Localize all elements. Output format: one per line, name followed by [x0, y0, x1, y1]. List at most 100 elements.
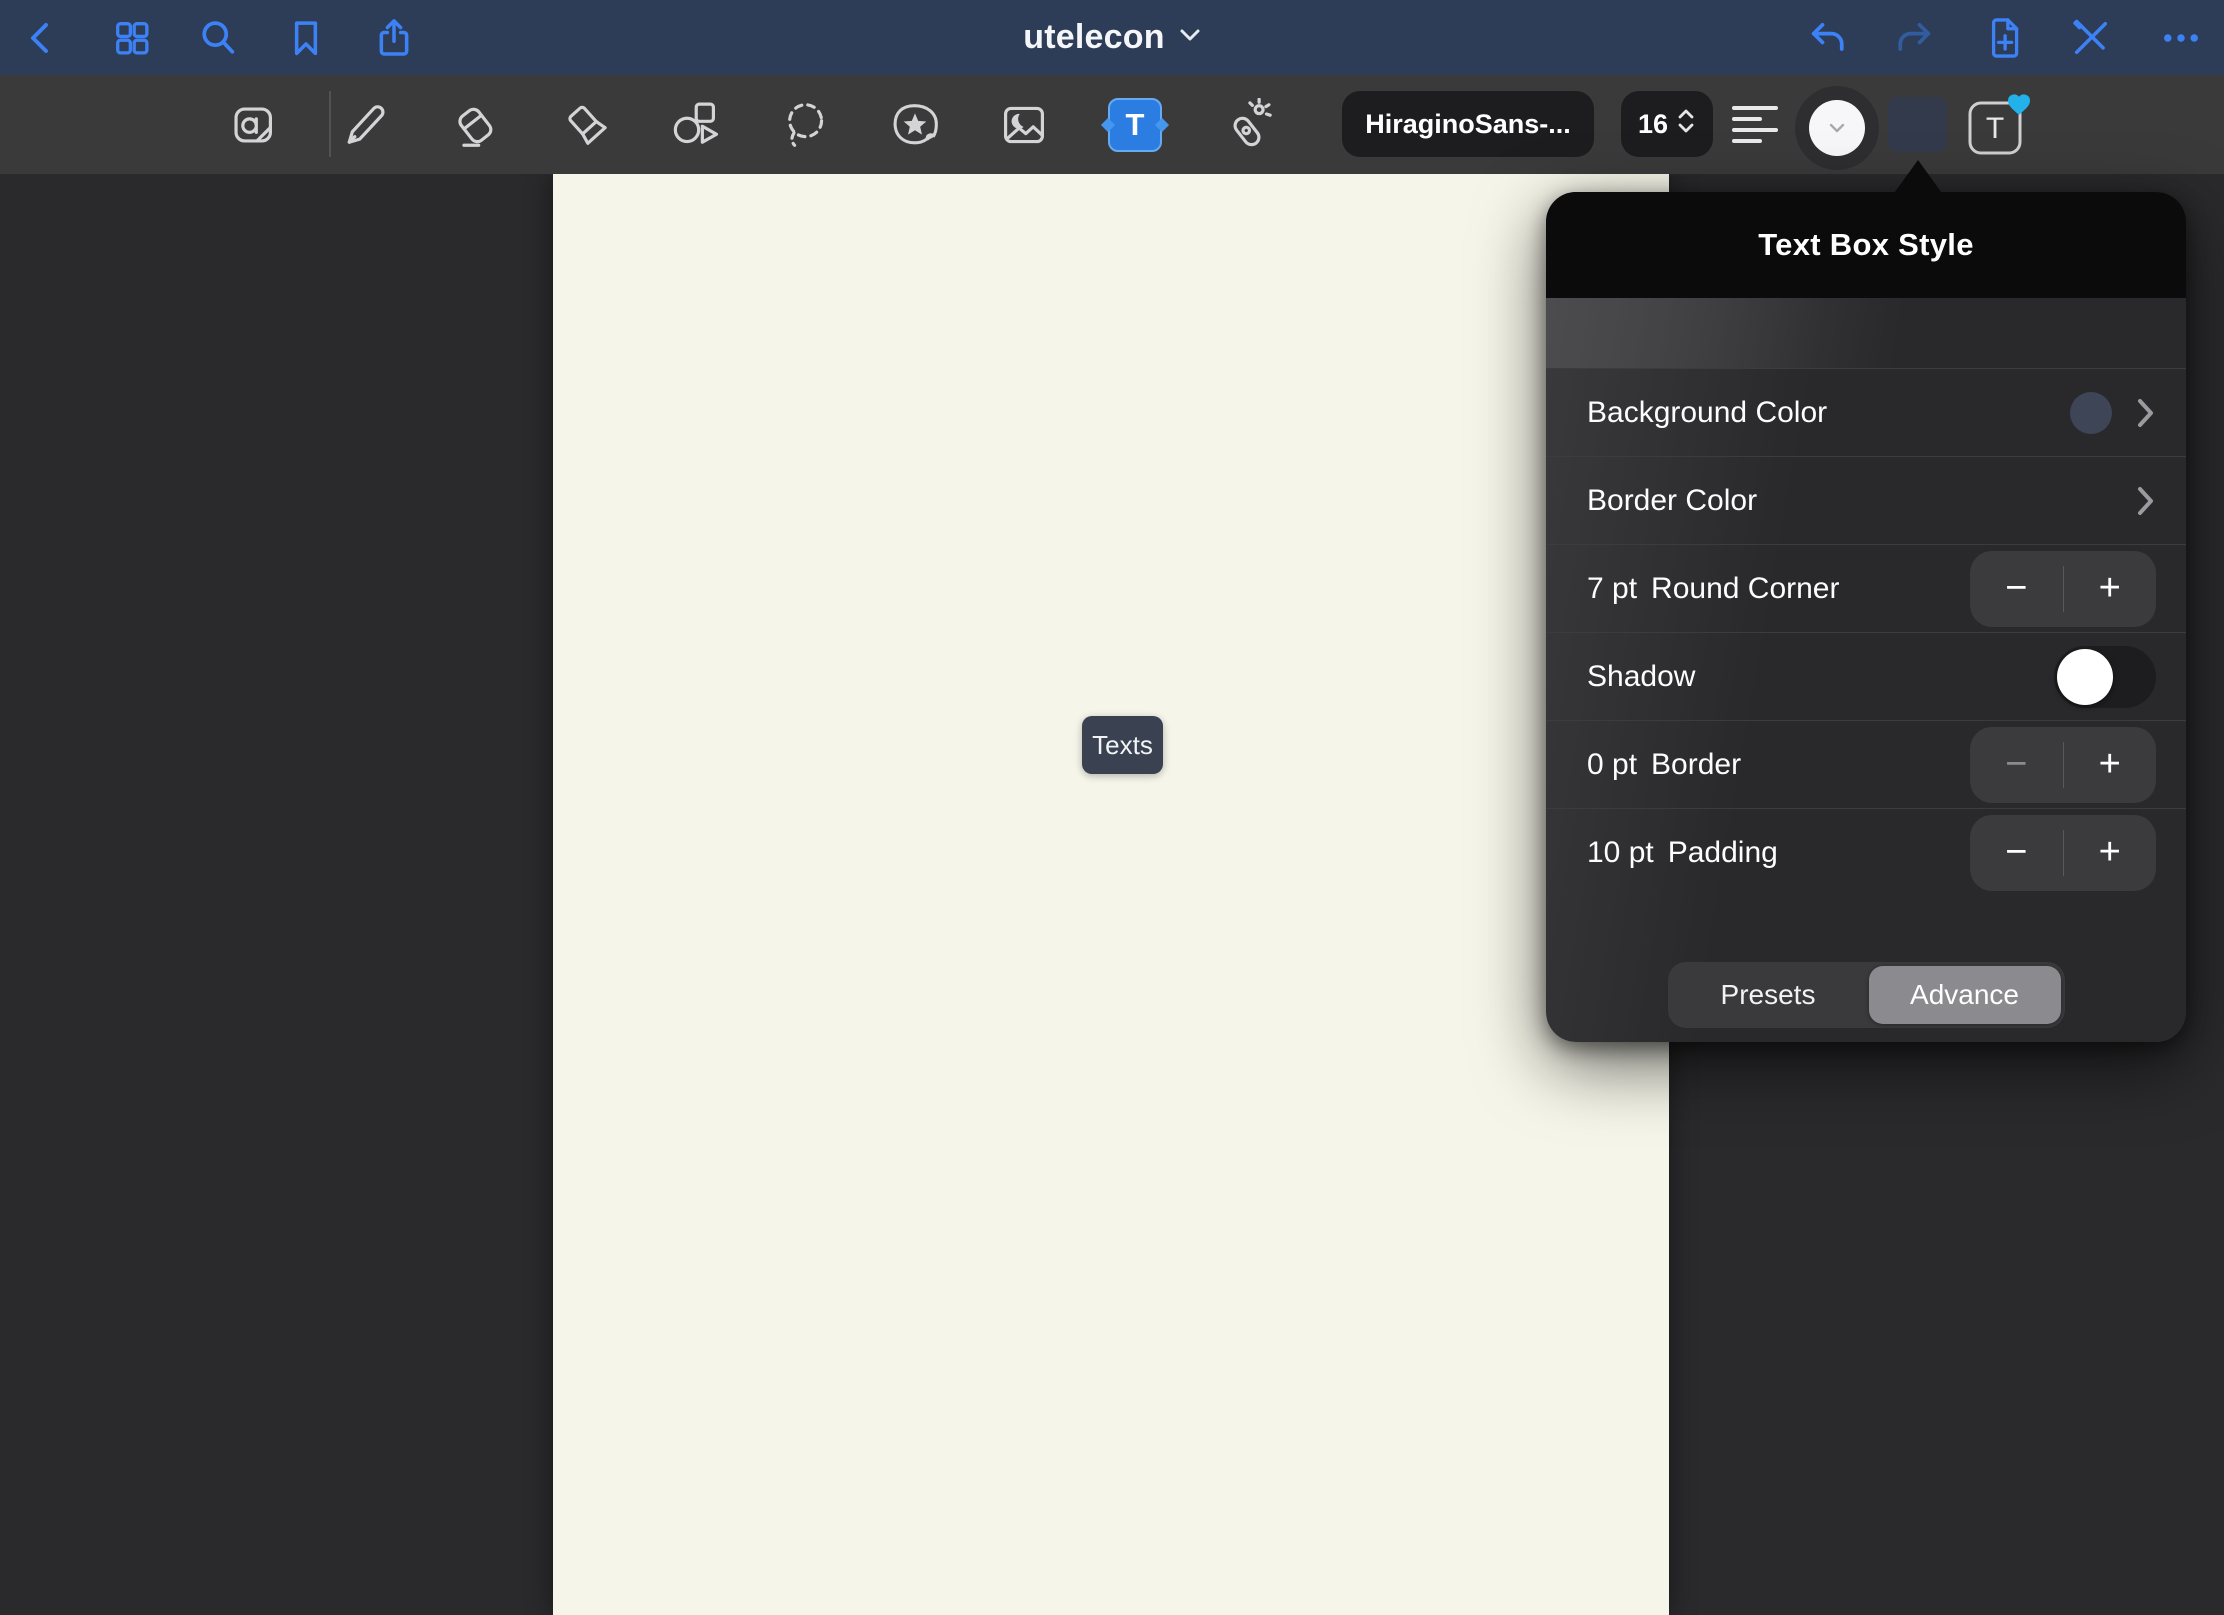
row-label: Padding: [1668, 836, 1778, 870]
popup-preview-band: [1546, 298, 2186, 368]
row-shadow: Shadow: [1546, 632, 2186, 720]
app-screen: utelecon: [0, 0, 2224, 1615]
text-background-color-swatch[interactable]: [1888, 97, 1947, 152]
search-button[interactable]: [188, 0, 248, 75]
thumbnails-button[interactable]: [102, 0, 162, 75]
text-color-button[interactable]: [1795, 86, 1879, 170]
sticker-tool[interactable]: [885, 75, 945, 174]
stepper-chevrons-icon: [1676, 106, 1696, 143]
presets-advance-segmented-control: Presets Advance: [1668, 962, 2065, 1028]
popup-callout-arrow: [1892, 160, 1944, 196]
border-width-stepper: − +: [1970, 727, 2156, 803]
undo-icon: [1805, 16, 1851, 60]
text-box-object[interactable]: Texts: [1082, 716, 1163, 774]
add-page-icon: [1982, 15, 2026, 61]
text-box-content: Texts: [1092, 730, 1153, 761]
grid-icon: [110, 16, 154, 60]
row-padding: 10 pt Padding − +: [1546, 808, 2186, 896]
round-corner-decrease-button[interactable]: −: [1970, 551, 2063, 627]
share-icon: [372, 16, 416, 60]
chevron-right-icon: [2136, 396, 2156, 430]
shapes-tool[interactable]: [665, 75, 725, 174]
top-navigation-bar: utelecon: [0, 0, 2224, 75]
readonly-mode-button[interactable]: [2061, 0, 2121, 75]
background-color-swatch[interactable]: [2070, 392, 2112, 434]
photo-icon: [997, 98, 1051, 152]
selection-handle-left-icon: [1101, 117, 1115, 131]
document-title[interactable]: utelecon: [962, 0, 1262, 75]
text-align-button[interactable]: [1732, 99, 1792, 149]
document-title-text: utelecon: [1023, 18, 1164, 57]
round-corner-value: 7 pt: [1587, 572, 1637, 606]
row-label: Border Color: [1587, 484, 1757, 518]
laser-pointer-tool[interactable]: [1215, 75, 1275, 174]
pen-crossed-icon: [2069, 16, 2113, 60]
color-circle-icon: [1809, 100, 1865, 156]
padding-stepper: − +: [1970, 815, 2156, 891]
lasso-icon: [778, 98, 832, 152]
note-page-canvas[interactable]: [553, 174, 1669, 1615]
share-button[interactable]: [364, 0, 424, 75]
ellipsis-icon: [2159, 16, 2203, 60]
toggle-knob: [2057, 649, 2113, 705]
chevron-down-icon: [1179, 27, 1201, 48]
popup-footer: Presets Advance: [1546, 962, 2186, 1028]
popup-header: Text Box Style: [1546, 192, 2186, 298]
eraser-tool[interactable]: [445, 75, 505, 174]
laser-pointer-icon: [1218, 98, 1272, 152]
padding-value: 10 pt: [1587, 836, 1654, 870]
row-border-width: 0 pt Border − +: [1546, 720, 2186, 808]
heart-icon: [2008, 94, 2030, 115]
presets-tab[interactable]: Presets: [1668, 962, 1869, 1028]
read-mode-icon: [225, 98, 279, 152]
sticker-star-icon: [887, 98, 943, 152]
pen-tool[interactable]: [334, 75, 394, 174]
row-border-color[interactable]: Border Color: [1546, 456, 2186, 544]
row-label: Shadow: [1587, 660, 1695, 694]
round-corner-stepper: − +: [1970, 551, 2156, 627]
view-mode-tool[interactable]: [222, 75, 282, 174]
border-width-decrease-button[interactable]: −: [1970, 727, 2063, 803]
highlighter-tool[interactable]: [557, 75, 617, 174]
bookmark-button[interactable]: [276, 0, 336, 75]
highlighter-icon: [560, 98, 614, 152]
search-icon: [196, 16, 240, 60]
shadow-toggle-off[interactable]: [2054, 646, 2156, 708]
text-tool-glyph: T: [1126, 107, 1145, 143]
undo-button[interactable]: [1798, 0, 1858, 75]
padding-decrease-button[interactable]: −: [1970, 815, 2063, 891]
font-family-button[interactable]: HiraginoSans-...: [1342, 91, 1594, 157]
advance-tab-selected[interactable]: Advance: [1869, 966, 2061, 1024]
text-box-style-button[interactable]: T: [1962, 89, 2034, 159]
border-width-value: 0 pt: [1587, 748, 1637, 782]
popup-title: Text Box Style: [1758, 227, 1974, 263]
toolbar-divider: [329, 91, 331, 157]
text-box-style-popup: Text Box Style Background Color Border C…: [1546, 192, 2186, 1042]
tools-toolbar: T HiraginoSans-...: [0, 75, 2224, 174]
eraser-icon: [448, 98, 502, 152]
round-corner-increase-button[interactable]: +: [2064, 551, 2157, 627]
row-label: Border: [1651, 748, 1741, 782]
font-size-value: 16: [1638, 109, 1668, 140]
selection-handle-right-icon: [1155, 117, 1169, 131]
textbox-style-glyph: T: [1986, 112, 2004, 145]
bookmark-icon: [284, 16, 328, 60]
add-page-button[interactable]: [1974, 0, 2034, 75]
row-label: Round Corner: [1651, 572, 1839, 606]
back-button[interactable]: [12, 0, 72, 75]
text-tool-selected[interactable]: T: [1105, 75, 1165, 174]
align-left-icon: [1732, 106, 1778, 110]
text-tool-icon: T: [1108, 98, 1162, 152]
lasso-tool[interactable]: [775, 75, 835, 174]
padding-increase-button[interactable]: +: [2064, 815, 2157, 891]
border-width-increase-button[interactable]: +: [2064, 727, 2157, 803]
chevron-right-icon: [2136, 484, 2156, 518]
font-size-stepper[interactable]: 16: [1621, 91, 1713, 157]
more-options-button[interactable]: [2151, 0, 2211, 75]
redo-button[interactable]: [1884, 0, 1944, 75]
photo-tool[interactable]: [994, 75, 1054, 174]
redo-icon: [1891, 16, 1937, 60]
pen-icon: [337, 98, 391, 152]
row-label: Background Color: [1587, 396, 1827, 430]
row-background-color[interactable]: Background Color: [1546, 368, 2186, 456]
